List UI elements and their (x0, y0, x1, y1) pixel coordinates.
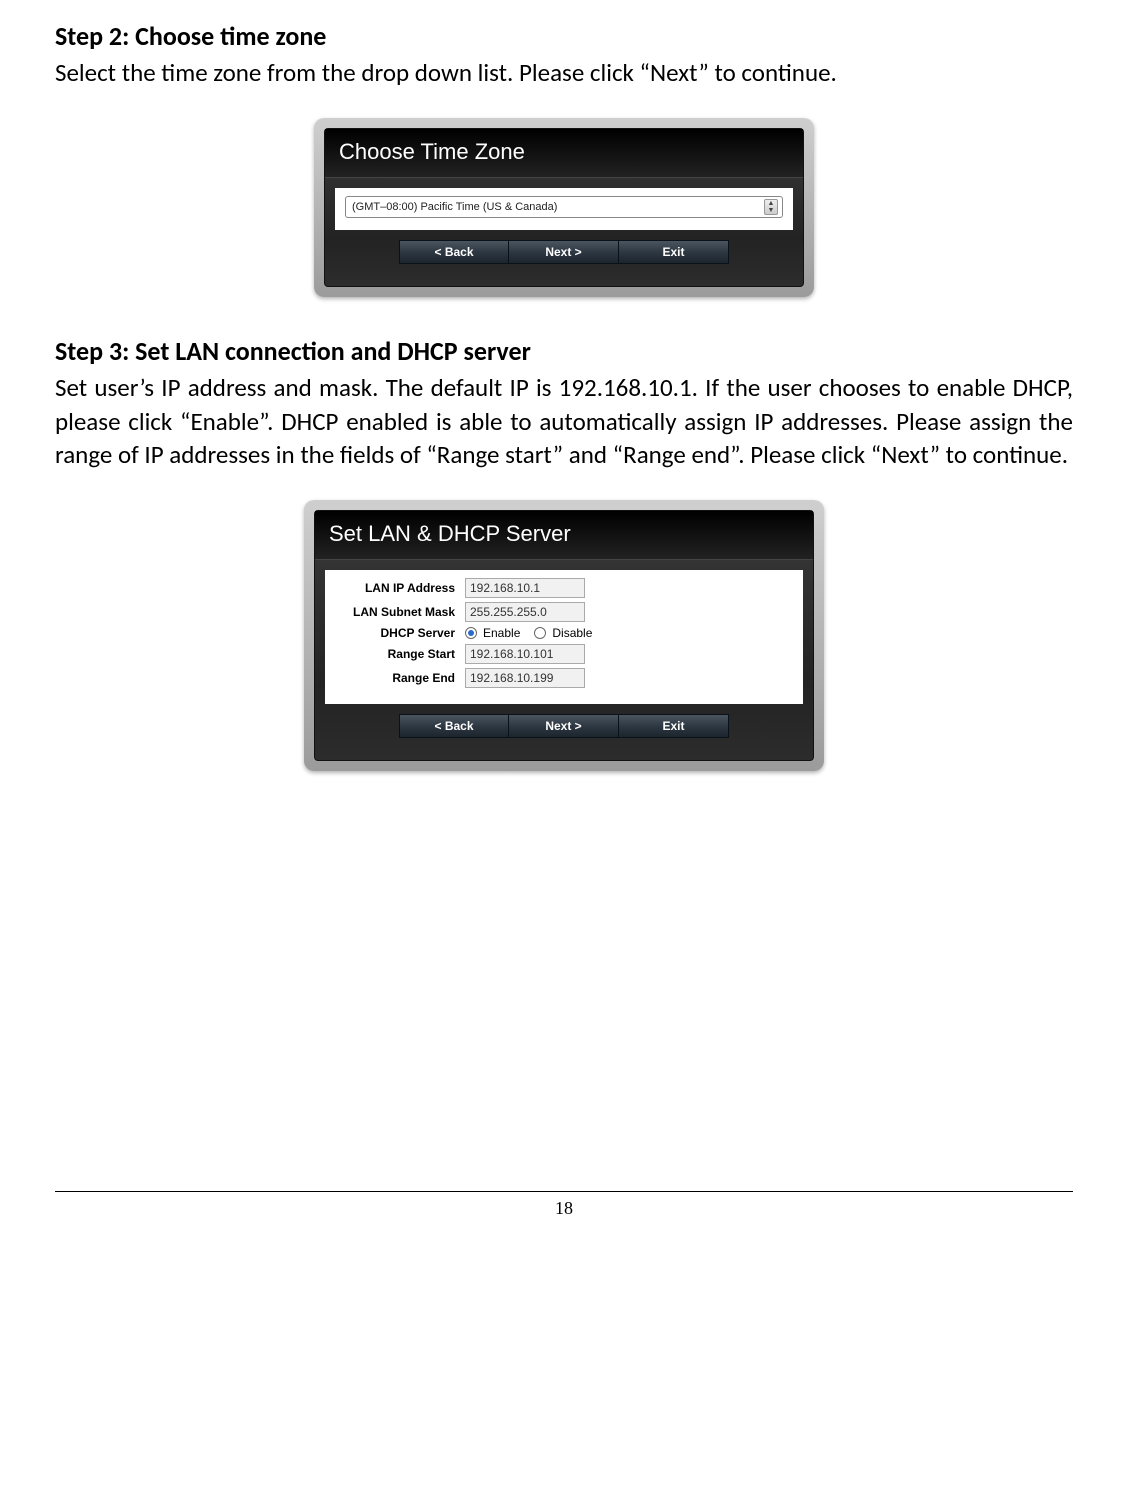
dhcp-enable-label: Enable (483, 626, 520, 640)
dhcp-label: DHCP Server (335, 626, 465, 640)
step2-body: Select the time zone from the drop down … (55, 56, 1073, 90)
range-start-label: Range Start (335, 647, 465, 661)
range-end-label: Range End (335, 671, 465, 685)
lan-ip-label: LAN IP Address (335, 581, 465, 595)
lan-ip-row: LAN IP Address (335, 578, 793, 598)
lan-ip-input[interactable] (465, 578, 585, 598)
select-stepper-icon: ▲▼ (764, 199, 778, 215)
back-button[interactable]: < Back (399, 714, 509, 738)
range-start-input[interactable] (465, 644, 585, 664)
lan-panel-title: Set LAN & DHCP Server (315, 511, 813, 560)
subnet-label: LAN Subnet Mask (335, 605, 465, 619)
timezone-button-row: < Back Next > Exit (325, 240, 803, 264)
exit-button[interactable]: Exit (619, 240, 729, 264)
timezone-panel: Choose Time Zone (GMT–08:00) Pacific Tim… (314, 118, 814, 297)
lan-button-row: < Back Next > Exit (315, 714, 813, 738)
timezone-panel-title: Choose Time Zone (325, 129, 803, 178)
range-end-row: Range End (335, 668, 793, 688)
lan-panel-body: LAN IP Address LAN Subnet Mask DHCP Serv… (325, 570, 803, 704)
range-end-input[interactable] (465, 668, 585, 688)
timezone-panel-body: (GMT–08:00) Pacific Time (US & Canada) ▲… (335, 188, 793, 230)
page-footer: 18 (55, 1191, 1073, 1219)
next-button[interactable]: Next > (509, 714, 619, 738)
lan-panel-inner: Set LAN & DHCP Server LAN IP Address LAN… (314, 510, 814, 761)
subnet-input[interactable] (465, 602, 585, 622)
timezone-panel-inner: Choose Time Zone (GMT–08:00) Pacific Tim… (324, 128, 804, 287)
range-start-row: Range Start (335, 644, 793, 664)
step3-body: Set user’s IP address and mask. The defa… (55, 371, 1073, 472)
dhcp-disable-label: Disable (552, 626, 592, 640)
dhcp-enable-radio[interactable] (465, 627, 477, 639)
exit-button[interactable]: Exit (619, 714, 729, 738)
step2-heading: Step 2: Choose time zone (55, 20, 1073, 52)
next-button[interactable]: Next > (509, 240, 619, 264)
timezone-select-value: (GMT–08:00) Pacific Time (US & Canada) (352, 201, 557, 213)
subnet-row: LAN Subnet Mask (335, 602, 793, 622)
dhcp-disable-radio[interactable] (534, 627, 546, 639)
timezone-select[interactable]: (GMT–08:00) Pacific Time (US & Canada) ▲… (345, 196, 783, 218)
dhcp-row: DHCP Server Enable Disable (335, 626, 793, 640)
page-number: 18 (555, 1198, 573, 1218)
back-button[interactable]: < Back (399, 240, 509, 264)
step3-heading: Step 3: Set LAN connection and DHCP serv… (55, 335, 1073, 367)
dhcp-radio-group: Enable Disable (465, 626, 602, 640)
lan-panel: Set LAN & DHCP Server LAN IP Address LAN… (304, 500, 824, 771)
